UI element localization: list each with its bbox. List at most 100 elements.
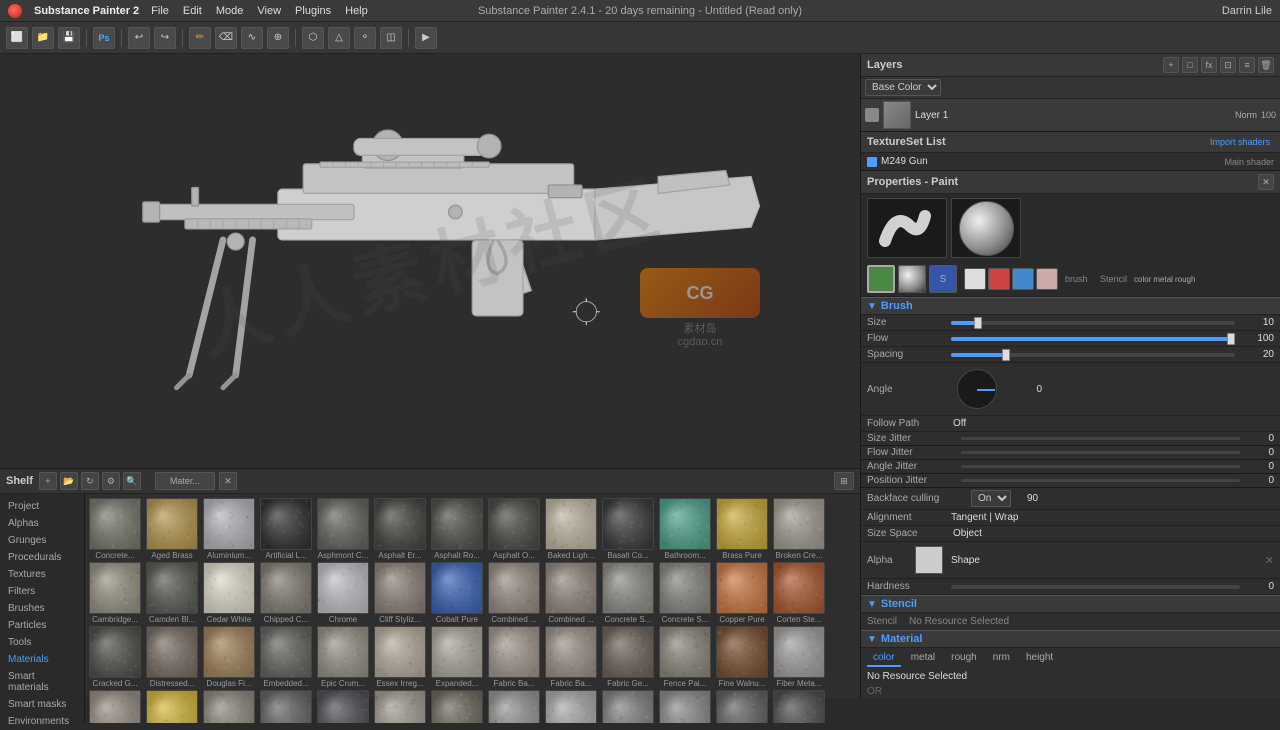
toolbar-save[interactable]: 💾: [58, 27, 80, 49]
material-item-11[interactable]: Brass Pure: [716, 498, 771, 560]
alpha-remove-btn[interactable]: ✕: [1265, 554, 1274, 567]
shelf-nav-filters[interactable]: Filters: [0, 583, 84, 600]
properties-close[interactable]: ✕: [1258, 174, 1274, 190]
material-tab-nrm[interactable]: nrm: [987, 650, 1016, 667]
material-item-41[interactable]: Gravel: [203, 690, 258, 723]
material-item-44[interactable]: Gunston Ir...: [374, 690, 429, 723]
spacing-slider-handle[interactable]: [1002, 349, 1010, 361]
swatch-white[interactable]: [964, 268, 986, 290]
material-item-40[interactable]: Gold Pure: [146, 690, 201, 723]
material-item-17[interactable]: Chrome: [317, 562, 372, 624]
material-tab-color[interactable]: color: [867, 650, 901, 667]
swatch-pink[interactable]: [1036, 268, 1058, 290]
material-item-22[interactable]: Concrete S...: [602, 562, 657, 624]
material-item-16[interactable]: Chipped C...: [260, 562, 315, 624]
material-item-23[interactable]: Concrete S...: [659, 562, 714, 624]
shelf-nav-smart-masks[interactable]: Smart masks: [0, 696, 84, 713]
material-item-45[interactable]: Hardened...: [431, 690, 486, 723]
shelf-close-filter[interactable]: ✕: [219, 472, 237, 490]
spacing-slider[interactable]: [951, 353, 1235, 357]
material-item-42[interactable]: Grid Gratin...: [260, 690, 315, 723]
shelf-content[interactable]: Concrete...Aged BrassAluminium...Artific…: [85, 494, 860, 723]
material-tab-height[interactable]: height: [1020, 650, 1059, 667]
material-item-14[interactable]: Camden Bl...: [146, 562, 201, 624]
shelf-nav-grunges[interactable]: Grunges: [0, 532, 84, 549]
material-item-15[interactable]: Cedar White: [203, 562, 258, 624]
menu-mode[interactable]: Mode: [216, 5, 244, 17]
material-item-35[interactable]: Fabric Ge...: [602, 626, 657, 688]
toolbar-smudge[interactable]: ∿: [241, 27, 263, 49]
toolbar-undo[interactable]: ↩: [128, 27, 150, 49]
angle-widget[interactable]: [957, 369, 997, 409]
material-item-36[interactable]: Fence Pai...: [659, 626, 714, 688]
material-item-26[interactable]: Cracked G...: [89, 626, 144, 688]
flow-jitter-slider[interactable]: [961, 451, 1240, 454]
material-tab-metal[interactable]: metal: [905, 650, 941, 667]
shelf-grid-toggle[interactable]: ⊞: [834, 472, 854, 490]
material-item-7[interactable]: Asphalt O...: [488, 498, 543, 560]
layers-mask-btn[interactable]: ⊡: [1220, 57, 1236, 73]
layers-add-btn[interactable]: +: [1163, 57, 1179, 73]
size-slider[interactable]: [951, 321, 1235, 325]
material-item-18[interactable]: Cliff Styliz...: [374, 562, 429, 624]
material-item-12[interactable]: Broken Cre...: [773, 498, 828, 560]
material-item-0[interactable]: Concrete...: [89, 498, 144, 560]
shelf-nav-materials[interactable]: Materials: [0, 651, 84, 668]
material-item-6[interactable]: Asphalt Ro...: [431, 498, 486, 560]
shelf-nav-project[interactable]: Project: [0, 498, 84, 515]
material-item-46[interactable]: Iron Brushed: [488, 690, 543, 723]
material-item-10[interactable]: Bathroom...: [659, 498, 714, 560]
toolbar-ps[interactable]: Ps: [93, 27, 115, 49]
toolbar-eraser[interactable]: ⌫: [215, 27, 237, 49]
material-item-48[interactable]: Iron Grainy: [602, 690, 657, 723]
channel-sphere-icon[interactable]: [898, 265, 926, 293]
material-item-30[interactable]: Epic Crum...: [317, 626, 372, 688]
size-jitter-slider[interactable]: [961, 437, 1240, 440]
material-item-50[interactable]: Iron Hamm...: [716, 690, 771, 723]
material-item-8[interactable]: Baked Ligh...: [545, 498, 600, 560]
swatch-blue[interactable]: [1012, 268, 1034, 290]
menu-file[interactable]: File: [151, 5, 169, 17]
material-item-21[interactable]: Combined ...: [545, 562, 600, 624]
size-slider-handle[interactable]: [974, 317, 982, 329]
shelf-nav-brushes[interactable]: Brushes: [0, 600, 84, 617]
material-item-49[interactable]: Iron Grinded: [659, 690, 714, 723]
toolbar-brush[interactable]: ✏: [189, 27, 211, 49]
import-shaders-btn[interactable]: Import shaders: [1206, 135, 1274, 149]
material-item-5[interactable]: Asphalt Er...: [374, 498, 429, 560]
layers-effects-btn[interactable]: fx: [1201, 57, 1217, 73]
angle-jitter-slider[interactable]: [961, 465, 1240, 468]
material-item-27[interactable]: Distressed...: [146, 626, 201, 688]
toolbar-new[interactable]: ⬜: [6, 27, 28, 49]
shelf-folder-btn[interactable]: 📂: [60, 472, 78, 490]
layers-group-btn[interactable]: □: [1182, 57, 1198, 73]
channel-stencil-icon[interactable]: S: [929, 265, 957, 293]
material-item-3[interactable]: Artificial L...: [260, 498, 315, 560]
toolbar-clone[interactable]: ⊕: [267, 27, 289, 49]
material-item-33[interactable]: Fabric Ba...: [488, 626, 543, 688]
shelf-nav-alphas[interactable]: Alphas: [0, 515, 84, 532]
material-item-1[interactable]: Aged Brass: [146, 498, 201, 560]
shelf-nav-smart-materials[interactable]: Smart materials: [0, 668, 84, 696]
material-item-25[interactable]: Corten Ste...: [773, 562, 828, 624]
layers-delete-btn[interactable]: 🗑: [1258, 57, 1274, 73]
toolbar-open[interactable]: 📁: [32, 27, 54, 49]
shelf-nav-particles[interactable]: Particles: [0, 617, 84, 634]
shelf-settings-btn[interactable]: ⚙: [102, 472, 120, 490]
material-item-51[interactable]: Iron Powd...: [773, 690, 828, 723]
toolbar-select3[interactable]: ⚬: [354, 27, 376, 49]
material-item-4[interactable]: Asphmont C...: [317, 498, 372, 560]
material-item-43[interactable]: Gunmetal ...: [317, 690, 372, 723]
material-item-38[interactable]: Fiber Meta...: [773, 626, 828, 688]
shelf-material-filter[interactable]: Mater...: [155, 472, 215, 490]
shelf-nav-textures[interactable]: Textures: [0, 566, 84, 583]
toolbar-select2[interactable]: △: [328, 27, 350, 49]
material-tab-rough[interactable]: rough: [945, 650, 983, 667]
toolbar-redo[interactable]: ↪: [154, 27, 176, 49]
stencil-toggle[interactable]: ▼: [867, 599, 877, 610]
material-item-31[interactable]: Essex Irreg...: [374, 626, 429, 688]
material-item-37[interactable]: Fine Walnu...: [716, 626, 771, 688]
shelf-nav-environments[interactable]: Environments: [0, 713, 84, 730]
toolbar-geometry[interactable]: ◫: [380, 27, 402, 49]
material-item-29[interactable]: Embedded...: [260, 626, 315, 688]
